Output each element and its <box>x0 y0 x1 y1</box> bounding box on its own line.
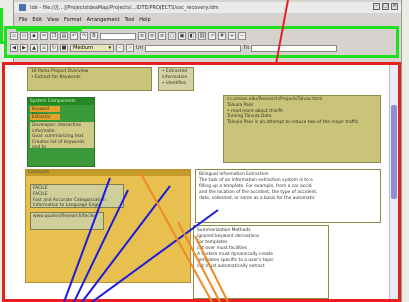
chevron-down-icon: ▾ <box>108 45 111 51</box>
copy-icon[interactable]: ❐ <box>50 32 58 40</box>
undo-icon[interactable]: ↶ <box>70 32 78 40</box>
toolbar-area: ▫ ▭ ▪ ✂ ❐ ▤ ↶ ↷ B ≡ ≡ ≡ ▢ ▣ ◧ ⛓ ↗ # + − … <box>4 26 399 58</box>
window-title: Idé - file:///[...]/ProjectsIdeaMap/Proj… <box>30 4 219 11</box>
zoom-in-icon[interactable]: + <box>228 32 236 40</box>
font-field[interactable] <box>100 32 136 40</box>
title-field[interactable] <box>251 44 338 52</box>
scrollbar-thumb[interactable] <box>391 105 397 199</box>
extractor-detail: Developer: interactive informatio Goal: … <box>30 122 94 151</box>
menu-arrangement[interactable]: Arrangement <box>87 17 120 23</box>
note-line: • identifies <box>162 80 187 86</box>
menu-file[interactable]: File <box>19 17 27 23</box>
stop-icon[interactable]: ■ <box>60 44 68 52</box>
note-header: System Components <box>28 98 94 105</box>
redo-icon[interactable]: ↷ <box>80 32 88 40</box>
toolbar-row-2: ◀ ▶ ▲ ⌂ ↻ ■ Medium ▾ ‹ › Url Tit <box>10 43 338 53</box>
menu-help[interactable]: Help <box>139 17 150 23</box>
note-examples[interactable]: Examples FACILE FACILE Fast and Accurate… <box>25 169 191 283</box>
note-line: Creates list of keywords and te <box>32 139 85 151</box>
note-line: cut must automatically extract <box>197 264 265 269</box>
menu-bar: File Edit View Format Arrangement Tool H… <box>14 15 401 24</box>
menu-edit[interactable]: Edit <box>32 17 42 23</box>
note-header: Examples <box>26 170 190 176</box>
align-center-icon[interactable]: ≡ <box>148 32 156 40</box>
back-icon[interactable]: ◀ <box>10 44 18 52</box>
note-facile[interactable]: FACILE FACILE Fast and Accurate Categori… <box>30 184 124 208</box>
zoom-select[interactable]: Medium ▾ <box>70 44 114 52</box>
title-label: Tit <box>243 45 250 51</box>
paste-icon[interactable]: ▤ <box>60 32 68 40</box>
vertical-scrollbar[interactable] <box>389 65 398 299</box>
note-line: www.quotes/Research/facile <box>33 214 95 219</box>
note-summarization-methods[interactable]: Summarization Methods ignored keyword de… <box>193 225 329 299</box>
home-icon[interactable]: ⌂ <box>40 44 48 52</box>
menu-format[interactable]: Format <box>64 17 82 23</box>
note-facile-link[interactable]: www.quotes/Research/facile <box>30 212 104 230</box>
url-field[interactable] <box>145 44 242 52</box>
keyword-filtering-label: Keyword Filtering <box>30 106 60 117</box>
note-line: • Extracted <box>162 69 188 74</box>
note-line: date, collected, or some as a basis for … <box>199 196 315 201</box>
align-left-icon[interactable]: ≡ <box>138 32 146 40</box>
map-canvas[interactable]: 10 Parks Project Overview • Extract for … <box>2 62 401 302</box>
prev-page-icon[interactable]: ‹ <box>116 44 124 52</box>
note-project-overview[interactable]: 10 Parks Project Overview • Extract for … <box>27 67 152 91</box>
reload-icon[interactable]: ↻ <box>50 44 58 52</box>
title-bar: Idé - file:///[...]/ProjectsIdeaMap/Proj… <box>14 2 401 13</box>
font-bold-icon[interactable]: B <box>90 32 98 40</box>
toolbar-row-1: ▫ ▭ ▪ ✂ ❐ ▤ ↶ ↷ B ≡ ≡ ≡ ▢ ▣ ◧ ⛓ ↗ # + − <box>10 31 246 41</box>
url-label: Url <box>136 45 144 51</box>
note-line: Information to Language Engin <box>33 203 102 209</box>
note-line: • Extract for Keywords <box>31 74 81 80</box>
note-extracted[interactable]: • Extracted information • identifies <box>158 67 194 91</box>
zoom-select-value: Medium <box>73 45 93 51</box>
arrow-icon[interactable]: ↗ <box>208 32 216 40</box>
zoom-out-icon[interactable]: − <box>238 32 246 40</box>
forward-icon[interactable]: ▶ <box>20 44 28 52</box>
app-icon <box>19 4 26 11</box>
note-talvula-pass[interactable]: cs.umass.edu/Research/ProjectsTalvas.htm… <box>223 95 381 163</box>
close-icon[interactable]: × <box>391 3 398 10</box>
grid-icon[interactable]: # <box>218 32 226 40</box>
open-icon[interactable]: ▭ <box>20 32 28 40</box>
screen: Idé - file:///[...]/ProjectsIdeaMap/Proj… <box>0 0 409 302</box>
frame-icon[interactable]: ▣ <box>178 32 186 40</box>
maximize-icon[interactable]: □ <box>382 3 389 10</box>
note-bilingual-extraction[interactable]: Bilingual Information Extraction The tas… <box>195 169 381 223</box>
extractor-label: Extractor <box>30 114 60 120</box>
note-line: information <box>162 74 188 80</box>
menu-view[interactable]: View <box>47 17 59 23</box>
new-icon[interactable]: ▫ <box>10 32 18 40</box>
link-icon[interactable]: ⛓ <box>198 32 206 40</box>
color-icon[interactable]: ◧ <box>188 32 196 40</box>
note-system-components[interactable]: System Components Keyword Filtering Extr… <box>27 97 95 167</box>
minimize-icon[interactable]: – <box>373 3 380 10</box>
note-line: Goal: summarizing text <box>32 134 84 140</box>
align-right-icon[interactable]: ≡ <box>158 32 166 40</box>
next-page-icon[interactable]: › <box>126 44 134 52</box>
note-line: Talvula Pass is an attempt to reduce two… <box>227 120 359 126</box>
cut-icon[interactable]: ✂ <box>40 32 48 40</box>
save-icon[interactable]: ▪ <box>30 32 38 40</box>
window-controls: – □ × <box>373 3 398 10</box>
up-icon[interactable]: ▲ <box>30 44 38 52</box>
note-line: Developer: interactive informatio <box>32 123 81 134</box>
box-icon[interactable]: ▢ <box>168 32 176 40</box>
menu-tool[interactable]: Tool <box>125 17 135 23</box>
